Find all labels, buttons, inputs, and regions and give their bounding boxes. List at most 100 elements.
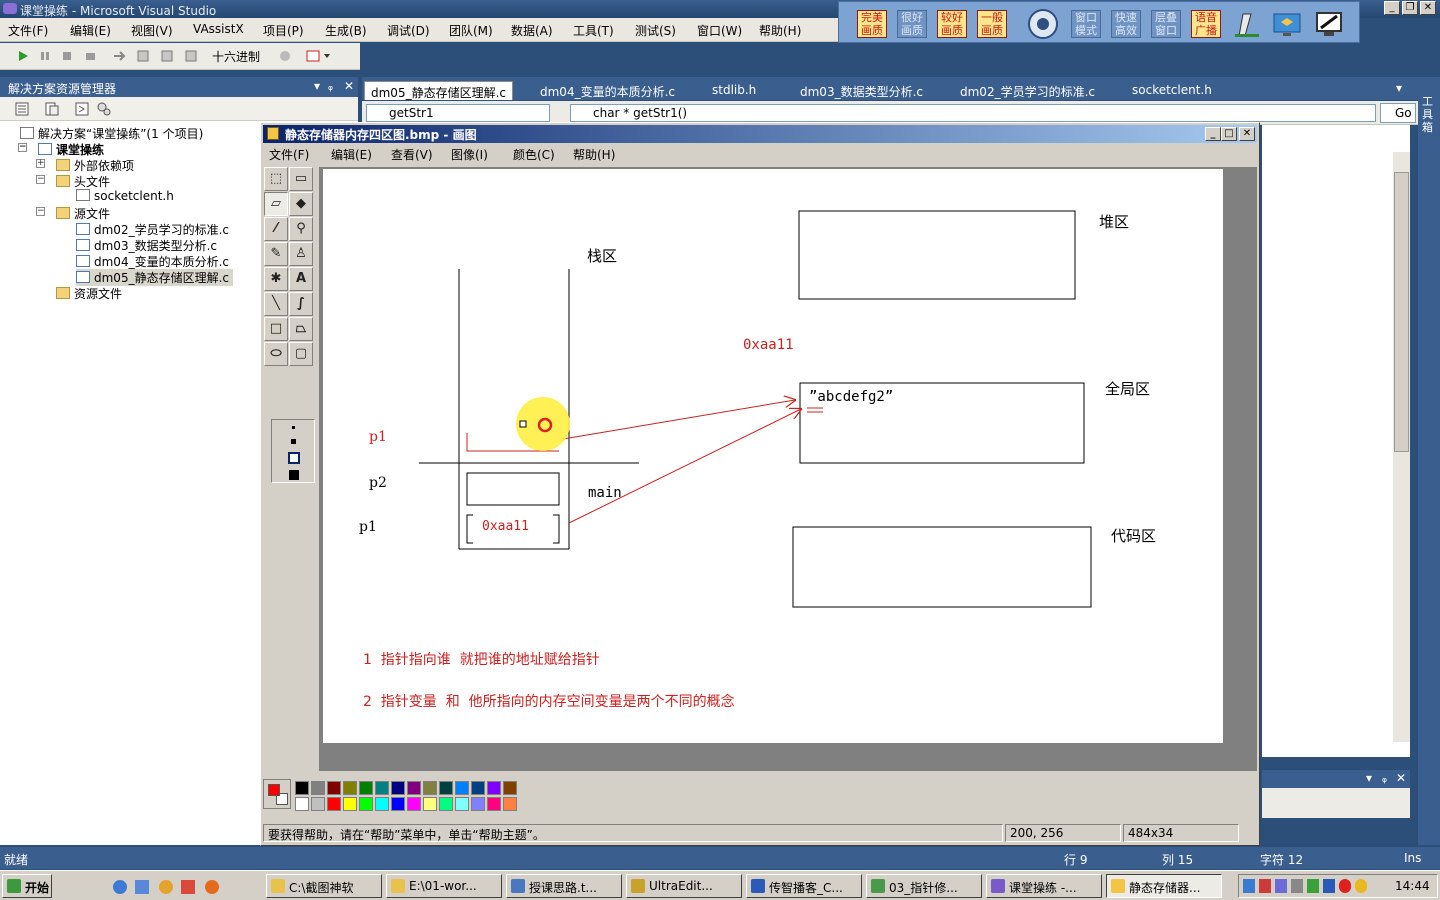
monitor-icon[interactable] bbox=[1313, 8, 1345, 40]
eraser-icon[interactable]: ▱ bbox=[264, 192, 288, 216]
tray-icon[interactable] bbox=[1339, 879, 1351, 893]
size-option-selected[interactable] bbox=[288, 452, 300, 464]
paint-menu-edit[interactable]: 编辑(E) bbox=[331, 146, 372, 163]
tab-dm02[interactable]: dm02_学员学习的标准.c bbox=[954, 81, 1101, 100]
color-swatch[interactable] bbox=[471, 781, 485, 795]
task-visual-studio[interactable]: 课堂操练 -... bbox=[986, 874, 1102, 898]
color-swatch[interactable] bbox=[295, 781, 309, 795]
menu-window[interactable]: 窗口(W) bbox=[697, 22, 742, 39]
show-all-files-icon[interactable] bbox=[44, 101, 60, 117]
file-node[interactable]: dm02_学员学习的标准.c bbox=[76, 221, 229, 238]
color-swatch[interactable] bbox=[375, 797, 389, 811]
scope-combo[interactable]: getStr1 bbox=[366, 104, 550, 122]
ellipse-tool-icon[interactable]: ⬭ bbox=[264, 342, 288, 366]
color-swatch[interactable] bbox=[359, 797, 373, 811]
color-swatch[interactable] bbox=[455, 797, 469, 811]
task-pointer-image[interactable]: 03_指针修... bbox=[866, 874, 982, 898]
file-node-selected[interactable]: dm05_静态存储区理解.c bbox=[76, 269, 233, 286]
expand-icon[interactable]: + bbox=[36, 159, 45, 168]
menu-edit[interactable]: 编辑(E) bbox=[70, 22, 111, 39]
free-select-icon[interactable]: ⬚ bbox=[264, 167, 288, 191]
line-tool-icon[interactable]: ╲ bbox=[264, 292, 288, 316]
toolbox-side-tab[interactable]: 工具箱 bbox=[1422, 95, 1436, 134]
color-swatch[interactable] bbox=[503, 797, 517, 811]
menu-file[interactable]: 文件(F) bbox=[8, 22, 48, 39]
restore-button[interactable]: ❐ bbox=[1402, 1, 1418, 15]
fast-mode-button[interactable]: 快速高效 bbox=[1111, 10, 1141, 38]
task-ultraedit[interactable]: UltraEdit... bbox=[626, 874, 742, 898]
tab-dm04[interactable]: dm04_变量的本质分析.c bbox=[534, 81, 681, 100]
color-swatch[interactable] bbox=[327, 797, 341, 811]
tray-icon[interactable] bbox=[1243, 879, 1255, 893]
paint-close-button[interactable]: ✕ bbox=[1239, 127, 1255, 141]
paint-menu-file[interactable]: 文件(F) bbox=[269, 146, 309, 163]
close-button[interactable]: ✕ bbox=[1420, 1, 1436, 15]
show-next-statement-icon[interactable] bbox=[112, 49, 126, 63]
color-swatch[interactable] bbox=[487, 781, 501, 795]
color-swatch[interactable] bbox=[503, 781, 517, 795]
header-files-node[interactable]: − 头文件 bbox=[36, 173, 110, 190]
pin-icon[interactable]: ᵩ bbox=[328, 79, 333, 93]
step-out-icon[interactable] bbox=[184, 49, 198, 63]
paint-menu-help[interactable]: 帮助(H) bbox=[573, 146, 615, 163]
color-swatch[interactable] bbox=[375, 781, 389, 795]
start-button[interactable]: 开始 bbox=[2, 874, 52, 898]
breakpoints-icon[interactable] bbox=[278, 49, 292, 63]
drawing-canvas[interactable]: 栈区 堆区 全局区 代码区 0xaa11 ”abcdefg2” p1 p2 p1… bbox=[323, 169, 1223, 743]
external-deps-node[interactable]: + 外部依赖项 bbox=[36, 157, 134, 174]
paint-menu-image[interactable]: 图像(I) bbox=[451, 146, 488, 163]
cascade-window-button[interactable]: 层叠窗口 bbox=[1151, 10, 1181, 38]
color-swatch[interactable] bbox=[407, 797, 421, 811]
text-tool-icon[interactable]: A bbox=[289, 267, 313, 291]
color-swatch[interactable] bbox=[487, 797, 501, 811]
paint-maximize-button[interactable]: □ bbox=[1221, 127, 1237, 141]
collapse-icon[interactable]: − bbox=[18, 143, 27, 152]
restart-icon[interactable] bbox=[84, 49, 98, 63]
file-node[interactable]: dm03_数据类型分析.c bbox=[76, 237, 217, 254]
quality-normal-button[interactable]: 一般画质 bbox=[977, 10, 1007, 38]
paint-minimize-button[interactable]: _ bbox=[1205, 127, 1221, 141]
color-swatch[interactable] bbox=[407, 781, 421, 795]
polygon-tool-icon[interactable]: ⏢ bbox=[289, 317, 313, 341]
quality-better-button[interactable]: 较好画质 bbox=[937, 10, 967, 38]
firefox-icon[interactable] bbox=[204, 879, 220, 895]
color-picker-icon[interactable]: ⁄ bbox=[264, 217, 288, 241]
task-lesson-notes[interactable]: 授课思路.t... bbox=[506, 874, 622, 898]
dropdown-icon[interactable]: ▾ bbox=[1366, 771, 1372, 785]
quicklaunch-icon[interactable] bbox=[134, 879, 150, 895]
task-paint[interactable]: 静态存储器... bbox=[1106, 874, 1222, 898]
color-swatch[interactable] bbox=[423, 781, 437, 795]
resource-files-node[interactable]: 资源文件 bbox=[56, 285, 122, 302]
menu-view[interactable]: 视图(V) bbox=[131, 22, 173, 39]
rounded-rect-tool-icon[interactable]: ▢ bbox=[289, 342, 313, 366]
rectangle-tool-icon[interactable]: □ bbox=[264, 317, 288, 341]
quality-perfect-button[interactable]: 完美画质 bbox=[857, 10, 887, 38]
tray-icon[interactable] bbox=[1275, 879, 1287, 893]
tray-icon[interactable] bbox=[1323, 879, 1335, 893]
tab-socketclent[interactable]: socketclent.h bbox=[1126, 81, 1218, 100]
voice-broadcast-button[interactable]: 语音广播 bbox=[1191, 10, 1221, 38]
file-node[interactable]: dm04_变量的本质分析.c bbox=[76, 253, 229, 270]
pencil-icon[interactable]: ✎ bbox=[264, 242, 288, 266]
stop-icon[interactable] bbox=[60, 49, 74, 63]
solution-root-node[interactable]: 解决方案“课堂操练”(1 个项目) bbox=[20, 125, 203, 142]
color-swatch[interactable] bbox=[311, 781, 325, 795]
hex-display-button[interactable]: 十六进制 bbox=[212, 48, 260, 65]
size-option[interactable] bbox=[291, 439, 296, 444]
window-mode-button[interactable]: 窗口模式 bbox=[1071, 10, 1101, 38]
menu-vassistx[interactable]: VAssistX bbox=[193, 22, 244, 36]
dropdown-icon[interactable]: ▾ bbox=[314, 79, 320, 93]
size-option[interactable] bbox=[289, 470, 299, 480]
pen-icon[interactable] bbox=[1231, 8, 1263, 40]
menu-test[interactable]: 测试(S) bbox=[635, 22, 676, 39]
step-into-icon[interactable] bbox=[136, 49, 150, 63]
screen-share-icon[interactable] bbox=[1271, 8, 1303, 40]
collapse-icon[interactable]: − bbox=[36, 175, 45, 184]
source-files-node[interactable]: − 源文件 bbox=[36, 205, 110, 222]
windows-dropdown-icon[interactable] bbox=[306, 49, 334, 63]
brush-icon[interactable]: ♙ bbox=[289, 242, 313, 266]
tray-icon[interactable] bbox=[1307, 879, 1319, 893]
tray-icon[interactable] bbox=[1355, 879, 1367, 893]
curve-tool-icon[interactable]: ∫ bbox=[289, 292, 313, 316]
color-swatch[interactable] bbox=[359, 781, 373, 795]
